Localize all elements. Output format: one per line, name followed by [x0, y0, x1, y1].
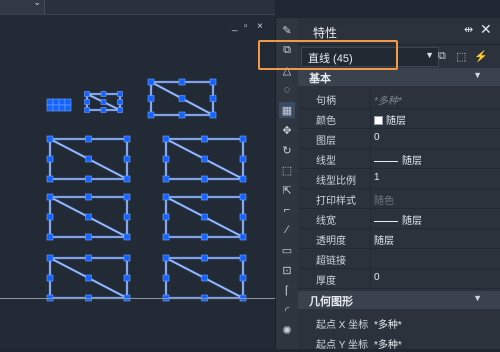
prop-row-handle[interactable]: 句柄 *多种*: [298, 88, 500, 109]
prop-key: 线型: [316, 156, 336, 167]
break-icon[interactable]: ▭: [279, 242, 295, 258]
prop-row-start-x[interactable]: 起点 X 坐标 *多种*: [298, 312, 500, 332]
pickadd-icon[interactable]: ⧉: [438, 50, 452, 64]
color-swatch: [374, 115, 383, 125]
prop-key: 线宽: [316, 216, 336, 227]
prop-key: 起点 X 坐标: [316, 320, 369, 331]
rotate-icon[interactable]: ↻: [279, 142, 295, 158]
prop-row-ltscale[interactable]: 线型比例 1: [298, 168, 500, 189]
prop-value: 随层: [402, 216, 422, 227]
prop-row-start-y[interactable]: 起点 Y 坐标 *多种*: [298, 332, 500, 352]
prop-value: *多种*: [374, 96, 402, 107]
prop-key: 线型比例: [316, 176, 356, 187]
prop-row-color[interactable]: 颜色 随层: [298, 108, 500, 129]
scale-icon[interactable]: ⬚: [279, 162, 295, 178]
prop-row-layer[interactable]: 图层 0: [298, 128, 500, 149]
erase-icon[interactable]: ✎: [279, 22, 295, 38]
prop-key: 超链接: [316, 256, 346, 267]
auto-hide-icon[interactable]: ⇹: [464, 23, 473, 36]
prop-value: 0: [374, 272, 380, 283]
prop-value: 1: [374, 172, 380, 183]
extend-icon[interactable]: ⁄: [279, 222, 295, 238]
offset-icon[interactable]: ◌: [279, 82, 295, 98]
prop-row-plotstyle[interactable]: 打印样式 随色: [298, 188, 500, 209]
stretch-icon[interactable]: ⇱: [279, 182, 295, 198]
prop-key: 透明度: [316, 236, 346, 247]
prop-value: 随色: [374, 196, 394, 207]
move-icon[interactable]: ✥: [279, 122, 295, 138]
prop-key: 图层: [316, 136, 336, 147]
prop-value: 0: [374, 132, 380, 143]
array-icon[interactable]: ▦: [279, 102, 295, 118]
prop-key: 颜色: [316, 116, 336, 127]
section-label: 几何图形: [309, 296, 353, 308]
section-basic[interactable]: 基本 ▼: [298, 68, 500, 86]
prop-value: 随层: [386, 116, 406, 127]
section-label: 基本: [309, 73, 331, 85]
drawing-canvas[interactable]: ⌄ _ ▫ ×: [0, 0, 275, 349]
prop-key: 厚度: [316, 276, 336, 287]
chevron-down-icon: ▼: [425, 50, 434, 60]
prop-row-transparency[interactable]: 透明度 随层: [298, 228, 500, 249]
panel-title: 特性: [313, 26, 338, 40]
prop-value: 随层: [374, 236, 394, 247]
ground-line: [0, 298, 275, 299]
lineweight-preview: [374, 220, 398, 222]
selection-highlight-frame: [258, 40, 398, 70]
prop-value: *多种*: [374, 320, 402, 331]
prop-key: 句柄: [316, 96, 336, 107]
trim-icon[interactable]: ⌐: [279, 202, 295, 218]
linetype-preview: [374, 160, 398, 162]
prop-row-hyperlink[interactable]: 超链接: [298, 248, 500, 269]
prop-key: 打印样式: [316, 196, 356, 207]
explode-icon[interactable]: ✺: [279, 322, 295, 338]
prop-row-linetype[interactable]: 线型 随层: [298, 148, 500, 169]
chamfer-icon[interactable]: ⌈: [279, 282, 295, 298]
prop-value: 随层: [402, 156, 422, 167]
join-icon[interactable]: ⊡: [279, 262, 295, 278]
collapse-icon[interactable]: ▼: [473, 293, 482, 303]
section-geometry[interactable]: 几何图形 ▼: [298, 291, 500, 309]
prop-row-lineweight[interactable]: 线宽 随层: [298, 208, 500, 229]
collapse-icon[interactable]: ▼: [473, 70, 482, 80]
fillet-icon[interactable]: ◜: [279, 302, 295, 318]
prop-row-thickness[interactable]: 厚度 0: [298, 268, 500, 289]
selected-line-geometry[interactable]: [0, 0, 275, 349]
select-objects-icon[interactable]: ⬚: [456, 50, 470, 64]
quick-select-icon[interactable]: ⚡: [474, 50, 488, 64]
close-panel-icon[interactable]: ✕: [480, 21, 492, 38]
